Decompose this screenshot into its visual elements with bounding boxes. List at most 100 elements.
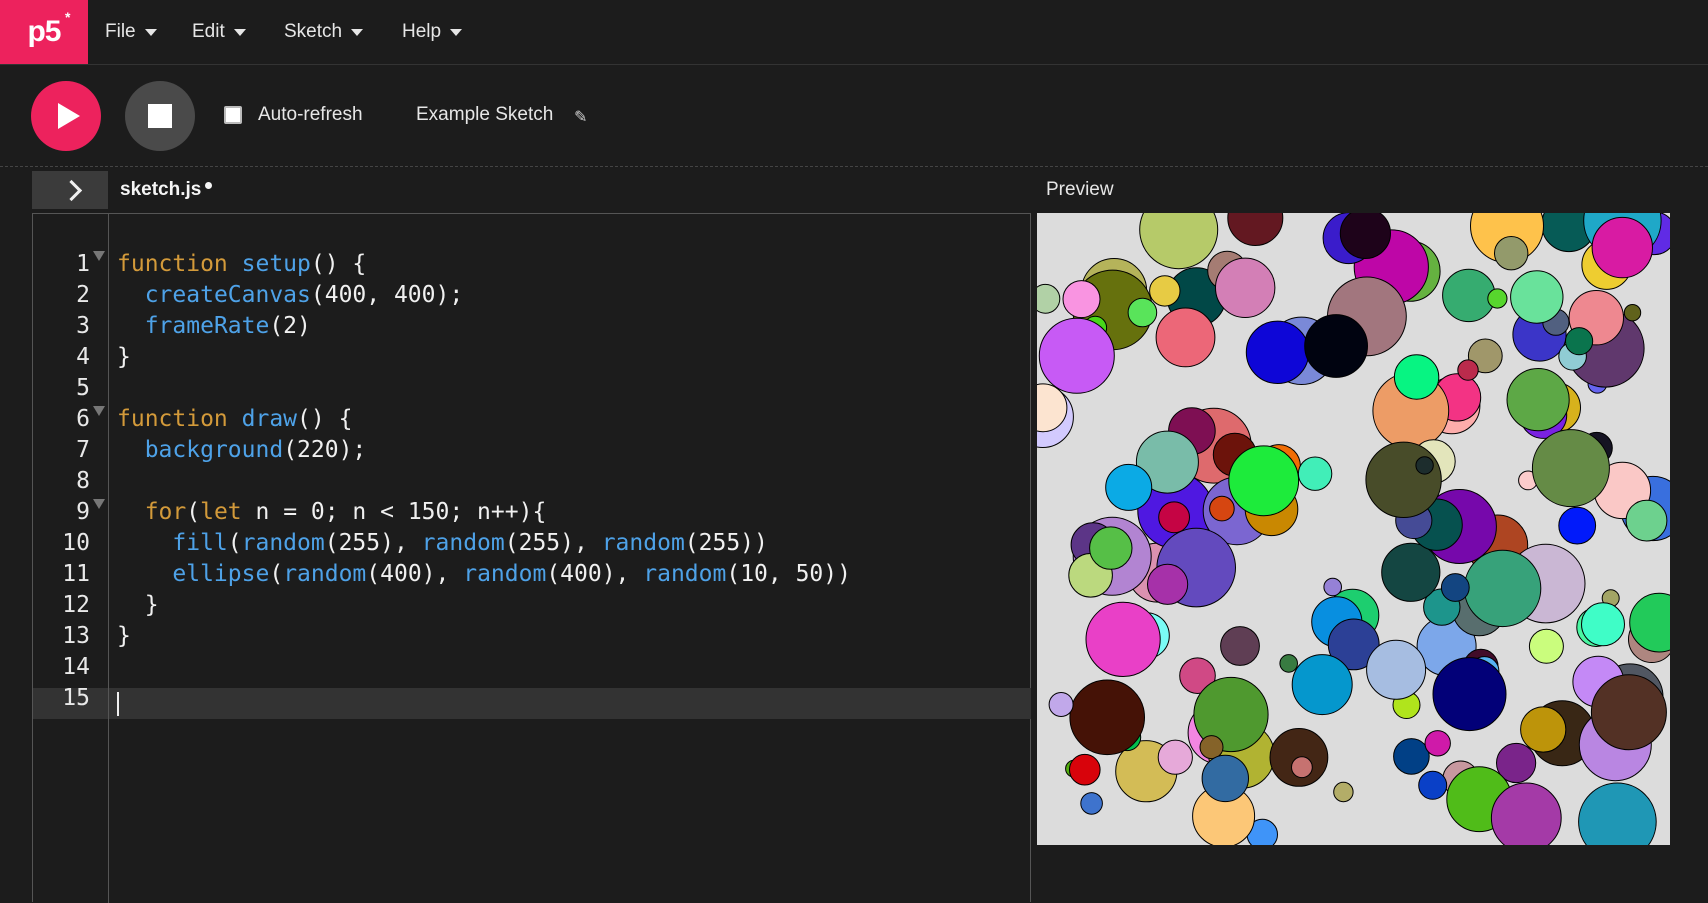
code-line[interactable]: 8 xyxy=(33,466,1031,497)
code-line[interactable]: 10 fill(random(255), random(255), random… xyxy=(33,528,1031,559)
sketch-circle xyxy=(1220,626,1260,666)
sketch-circle xyxy=(1487,288,1508,309)
sketch-circle xyxy=(1297,456,1333,491)
sketch-circle xyxy=(1339,213,1391,259)
code-text: } xyxy=(117,344,131,370)
auto-refresh-label[interactable]: Auto-refresh xyxy=(258,104,363,126)
line-number: 13 xyxy=(62,623,90,649)
sketch-circle xyxy=(1393,354,1440,400)
code-line[interactable]: 5 xyxy=(33,373,1031,404)
sketch-circle xyxy=(1625,499,1668,542)
sketch-circle xyxy=(1199,735,1224,760)
unsaved-indicator xyxy=(205,182,212,189)
sketch-circle xyxy=(1442,268,1496,323)
sketch-output xyxy=(1037,213,1670,845)
line-number: 2 xyxy=(76,282,90,308)
code-editor[interactable]: 1 function setup() {2 createCanvas(400, 4… xyxy=(32,213,1031,903)
sketch-circle xyxy=(1333,781,1354,803)
sketch-circle xyxy=(1139,213,1219,270)
fold-arrow-icon[interactable] xyxy=(93,406,105,416)
line-number: 15 xyxy=(62,685,90,711)
sketch-circle xyxy=(1155,307,1216,368)
fold-arrow-icon[interactable] xyxy=(93,499,105,509)
line-number: 12 xyxy=(62,592,90,618)
sketch-circle xyxy=(1149,275,1181,307)
pencil-icon[interactable]: ✎ xyxy=(574,107,587,127)
line-number: 9 xyxy=(76,499,90,525)
file-tab-sketch-js[interactable]: sketch.js xyxy=(120,179,201,201)
line-number: 10 xyxy=(62,530,90,556)
text-cursor xyxy=(117,692,119,716)
code-line[interactable]: 14 xyxy=(33,652,1031,683)
code-text: } xyxy=(117,592,159,618)
line-number: 5 xyxy=(76,375,90,401)
code-text: fill(random(255), random(255), random(25… xyxy=(172,530,768,556)
sketch-circle xyxy=(1038,317,1115,394)
sketch-circle xyxy=(1506,368,1570,432)
sketch-circle xyxy=(1440,573,1470,602)
preview-label: Preview xyxy=(1046,179,1114,200)
code-line[interactable]: 4} xyxy=(33,342,1031,373)
sketch-circle xyxy=(1323,577,1343,597)
code-line[interactable]: 13} xyxy=(33,621,1031,652)
sketch-circle xyxy=(1245,320,1310,385)
code-line[interactable]: 9 for(let n = 0; n < 150; n++){ xyxy=(33,497,1031,528)
sketch-circle xyxy=(1393,738,1430,775)
sketch-circle xyxy=(1490,782,1562,845)
code-text: background(220); xyxy=(144,437,367,463)
line-number: 14 xyxy=(62,654,90,680)
code-text: createCanvas(400, 400); xyxy=(144,282,464,308)
caret-down-icon xyxy=(233,28,246,36)
sketch-circle xyxy=(1069,753,1101,786)
code-line[interactable]: 6 function draw() { xyxy=(33,404,1031,435)
sketch-circle xyxy=(1581,602,1625,647)
sketch-circle xyxy=(1381,542,1441,602)
sketch-circle xyxy=(1228,445,1300,517)
auto-refresh-checkbox[interactable] xyxy=(224,106,242,124)
sketch-circle xyxy=(1510,270,1564,324)
preview-canvas[interactable] xyxy=(1037,213,1670,845)
play-icon xyxy=(58,103,80,129)
menu-sketch[interactable]: Sketch xyxy=(284,18,364,46)
code-line[interactable]: 2 createCanvas(400, 400); xyxy=(33,280,1031,311)
sketch-circle xyxy=(1157,739,1193,775)
sketch-circle xyxy=(1366,639,1427,700)
menu-bar: p5 * File Edit Sketch Help xyxy=(0,0,1708,65)
line-number: 7 xyxy=(76,437,90,463)
play-button[interactable] xyxy=(31,81,101,151)
sketch-circle xyxy=(1463,549,1542,628)
menu-file[interactable]: File xyxy=(105,18,157,46)
menu-sketch-label: Sketch xyxy=(284,21,343,42)
sketch-circle xyxy=(1147,563,1189,605)
stop-icon xyxy=(148,104,172,128)
code-text: for(let n = 0; n < 150; n++){ xyxy=(144,499,547,525)
code-line[interactable]: 15 xyxy=(33,683,1031,714)
sketch-circle xyxy=(1215,257,1276,319)
code-line[interactable]: 3 frameRate(2) xyxy=(33,311,1031,342)
fold-arrow-icon[interactable] xyxy=(93,251,105,261)
code-line[interactable]: 1 function setup() { xyxy=(33,249,1031,280)
sketch-circle xyxy=(1578,782,1657,845)
code-line[interactable]: 11 ellipse(random(400), random(400), ran… xyxy=(33,559,1031,590)
menu-help[interactable]: Help xyxy=(402,18,463,46)
sketch-name[interactable]: Example Sketch xyxy=(416,104,553,126)
expand-sidebar-button[interactable] xyxy=(32,171,108,209)
toolbar: Auto-refresh Example Sketch ✎ xyxy=(0,65,1708,167)
code-line[interactable]: 7 background(220); xyxy=(33,435,1031,466)
menu-edit[interactable]: Edit xyxy=(192,18,246,46)
logo-text: p5 * xyxy=(27,9,70,49)
sketch-circle xyxy=(1591,216,1653,279)
sketch-circle xyxy=(1062,280,1101,319)
chevron-right-icon xyxy=(60,179,83,202)
sketch-circle xyxy=(1105,463,1153,511)
sketch-circle xyxy=(1069,679,1145,756)
sketch-circle xyxy=(1127,297,1158,328)
code-text: function setup() { xyxy=(117,251,367,277)
sketch-circle xyxy=(1590,674,1667,751)
sketch-circle xyxy=(1227,213,1284,246)
stop-button[interactable] xyxy=(125,81,195,151)
sketch-circle xyxy=(1304,314,1369,378)
code-line[interactable]: 12 } xyxy=(33,590,1031,621)
p5-logo[interactable]: p5 * xyxy=(0,0,88,64)
sketch-circle xyxy=(1415,456,1434,475)
